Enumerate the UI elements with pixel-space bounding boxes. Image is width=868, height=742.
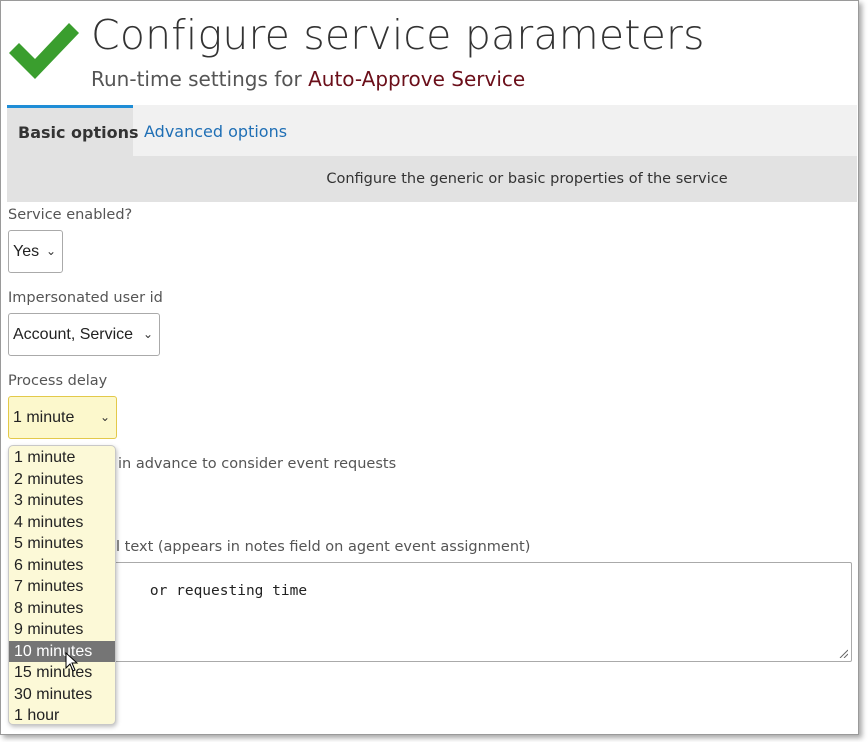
dropdown-option[interactable]: 2 minutes — [9, 469, 115, 491]
window: Configure service parameters Run-time se… — [0, 0, 859, 735]
note-text-label: l text (appears in notes field on agent … — [116, 539, 531, 555]
service-enabled-label: Service enabled? — [8, 207, 133, 223]
checkmark-icon — [9, 23, 79, 79]
dropdown-option[interactable]: 7 minutes — [9, 576, 115, 598]
tab-advanced-options[interactable]: Advanced options — [133, 105, 298, 156]
dropdown-option[interactable]: 3 minutes — [9, 490, 115, 512]
impersonated-user-value: Account, Service — [13, 326, 134, 343]
tab-basic-options[interactable]: Basic options — [7, 105, 139, 156]
dropdown-option[interactable]: 4 minutes — [9, 512, 115, 534]
dropdown-option[interactable]: 1 hour — [9, 705, 115, 727]
process-delay-label: Process delay — [8, 373, 108, 389]
tab-bar: Basic options Advanced options — [7, 105, 857, 156]
chevron-down-icon: ⌄ — [142, 327, 153, 341]
subtitle-prefix: Run-time settings for — [91, 67, 309, 91]
process-delay-value: 1 minute — [13, 409, 75, 426]
dropdown-option-highlighted[interactable]: 10 minutes — [9, 640, 115, 662]
dropdown-option[interactable]: 8 minutes — [9, 598, 115, 620]
process-delay-dropdown: 1 minute 2 minutes 3 minutes 4 minutes 5… — [8, 445, 116, 725]
service-enabled-value: Yes — [13, 243, 40, 260]
dropdown-option[interactable]: 15 minutes — [9, 662, 115, 684]
mouse-cursor-icon — [65, 652, 79, 672]
dropdown-option[interactable]: 1 minute — [9, 447, 115, 469]
page-subtitle: Run-time settings for Auto-Approve Servi… — [91, 67, 525, 91]
dropdown-option[interactable]: 9 minutes — [9, 619, 115, 641]
page-title: Configure service parameters — [91, 11, 705, 59]
tab-description: Configure the generic or basic propertie… — [7, 156, 857, 202]
dropdown-option[interactable]: 6 minutes — [9, 555, 115, 577]
dropdown-option[interactable]: 30 minutes — [9, 684, 115, 706]
service-enabled-select[interactable]: Yes ⌄ — [8, 230, 63, 273]
impersonated-user-select[interactable]: Account, Service ⌄ — [8, 313, 160, 356]
service-name: Auto-Approve Service — [308, 67, 526, 91]
resize-grip-icon[interactable] — [838, 648, 848, 658]
impersonated-user-label: Impersonated user id — [8, 290, 163, 306]
page-header: Configure service parameters Run-time se… — [1, 1, 858, 105]
chevron-down-icon: ⌄ — [45, 244, 56, 258]
chevron-down-icon: ⌄ — [99, 410, 110, 424]
process-delay-select[interactable]: 1 minute ⌄ — [8, 396, 117, 439]
dropdown-option[interactable]: 5 minutes — [9, 533, 115, 555]
advance-label: in advance to consider event requests — [118, 456, 397, 472]
note-textarea[interactable]: or requesting time — [8, 562, 852, 662]
